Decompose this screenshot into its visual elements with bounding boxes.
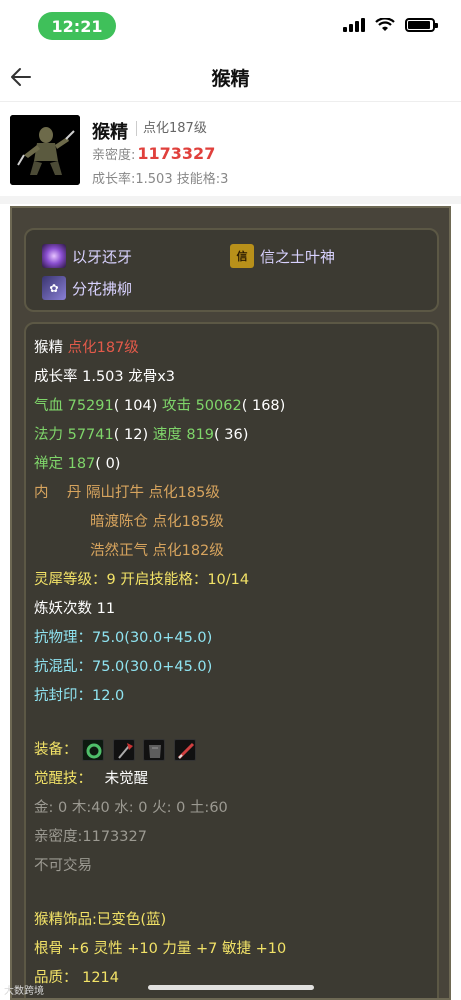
info-equipment-row: 装备： [34,738,200,761]
pet-detail-panel: 以牙还牙 信 信之土叶神 ✿ 分花拂柳 猴精 点化187级 成长率 1.503 … [10,206,451,1000]
section-divider [0,196,461,204]
zen-label: 禅定 [34,456,63,472]
equipment-label: 装备： [34,742,78,758]
info-pet-level: 点化187级 [67,340,139,356]
hp-extra: ( 104) [113,398,158,414]
atk-label: 攻击 [161,398,191,414]
info-hp-atk-row: 气血 75291( 104) 攻击 50062( 168) [34,394,285,415]
info-pet-name: 猴精 [34,340,63,356]
hp-value: 75291 [67,398,114,414]
mp-value: 57741 [67,427,114,443]
info-zen-row: 禅定 187( 0) [34,452,120,473]
info-intimacy: 亲密度:1173327 [34,829,147,845]
spd-label: 速度 [152,427,182,443]
info-resist-physical: 抗物理：75.0(30.0+45.0) [34,630,213,646]
xin-scroll-icon: 信 [230,244,254,268]
info-neidan-row: 内 丹 隔山打牛 点化185级 [34,481,220,502]
awaken-value: 未觉醒 [104,771,149,787]
pet-header-card: 猴精 点化187级 亲密度: 1173327 成长率:1.503 技能格:3 [0,102,461,194]
skill-name: 信之土叶神 [260,247,336,266]
pet-info-box: 猴精 点化187级 成长率 1.503 龙骨x3 气血 75291( 104) … [24,322,439,998]
intimacy-row: 亲密度: 1173327 [92,144,215,163]
zen-extra: ( 0) [95,456,121,472]
zen-value: 187 [67,456,96,472]
info-attributes: 根骨 +6 灵性 +10 力量 +7 敏捷 +10 [34,941,287,957]
wifi-icon [375,18,395,31]
status-icons [343,18,438,32]
neidan-item: 暗渡陈仓 点化185级 [90,514,224,530]
skill-name: 以牙还牙 [72,247,133,266]
skill-item[interactable]: 以牙还牙 [42,244,132,268]
atk-value: 50062 [195,398,242,414]
info-trade: 不可交易 [34,858,92,874]
skills-box: 以牙还牙 信 信之土叶神 ✿ 分花拂柳 [24,228,439,312]
spd-extra: ( 36) [214,427,249,443]
info-resist-chaos: 抗混乱：75.0(30.0+45.0) [34,659,213,675]
info-elements: 金: 0 木:40 水: 0 火: 0 土:60 [34,800,228,816]
info-resist-seal: 抗封印：12.0 [34,688,125,704]
battery-icon [405,18,438,32]
info-lingxi: 灵犀等级：9 开启技能格：10/14 [34,572,250,588]
info-quality: 品质： 1214 [34,970,120,986]
page-title: 猴精 [211,68,250,90]
home-indicator[interactable] [148,985,314,990]
pet-name: 猴精 [92,122,128,143]
info-awaken-row: 觉醒技： 未觉醒 [34,767,148,788]
spd-value: 819 [186,427,215,443]
info-growth: 成长率 1.503 龙骨x3 [34,369,176,385]
purple-orb-icon [42,244,66,268]
info-mp-spd-row: 法力 57741( 12) 速度 819( 36) [34,423,248,444]
mp-label: 法力 [34,427,63,443]
armor-icon[interactable] [143,739,166,761]
awaken-label: 觉醒技： [34,771,92,787]
info-name-row: 猴精 点化187级 [34,336,139,357]
flower-icon: ✿ [42,276,66,300]
watermark-text: 大数跨境 [4,986,44,997]
neidan-item: 隔山打牛 点化185级 [86,485,220,501]
hp-label: 气血 [34,398,63,414]
neidan-label: 内 丹 [34,485,82,501]
intimacy-value: 1173327 [137,144,216,163]
nav-bar: 猴精 [0,52,461,102]
status-bar: 12:21 [0,0,461,52]
skill-item[interactable]: ✿ 分花拂柳 [42,276,132,300]
cellular-signal-icon [343,18,365,32]
neidan-item: 浩然正气 点化182级 [90,543,224,559]
atk-extra: ( 168) [241,398,286,414]
status-time: 12:21 [38,12,116,40]
info-ornament: 猴精饰品:已变色(蓝) [34,912,167,928]
jade-ring-icon[interactable] [82,739,105,761]
info-lianyao: 炼妖次数 11 [34,601,116,617]
skill-item[interactable]: 信 信之土叶神 [230,244,335,268]
pet-avatar [10,115,80,185]
skill-name: 分花拂柳 [72,279,133,298]
sword-icon[interactable] [173,739,196,761]
pet-level: 点化187级 [136,121,207,136]
mp-extra: ( 12) [113,427,149,443]
monkey-figure-icon [10,115,80,185]
growth-skill-slots: 成长率:1.503 技能格:3 [92,172,229,187]
axe-icon[interactable] [112,739,135,761]
intimacy-label: 亲密度: [92,148,136,163]
